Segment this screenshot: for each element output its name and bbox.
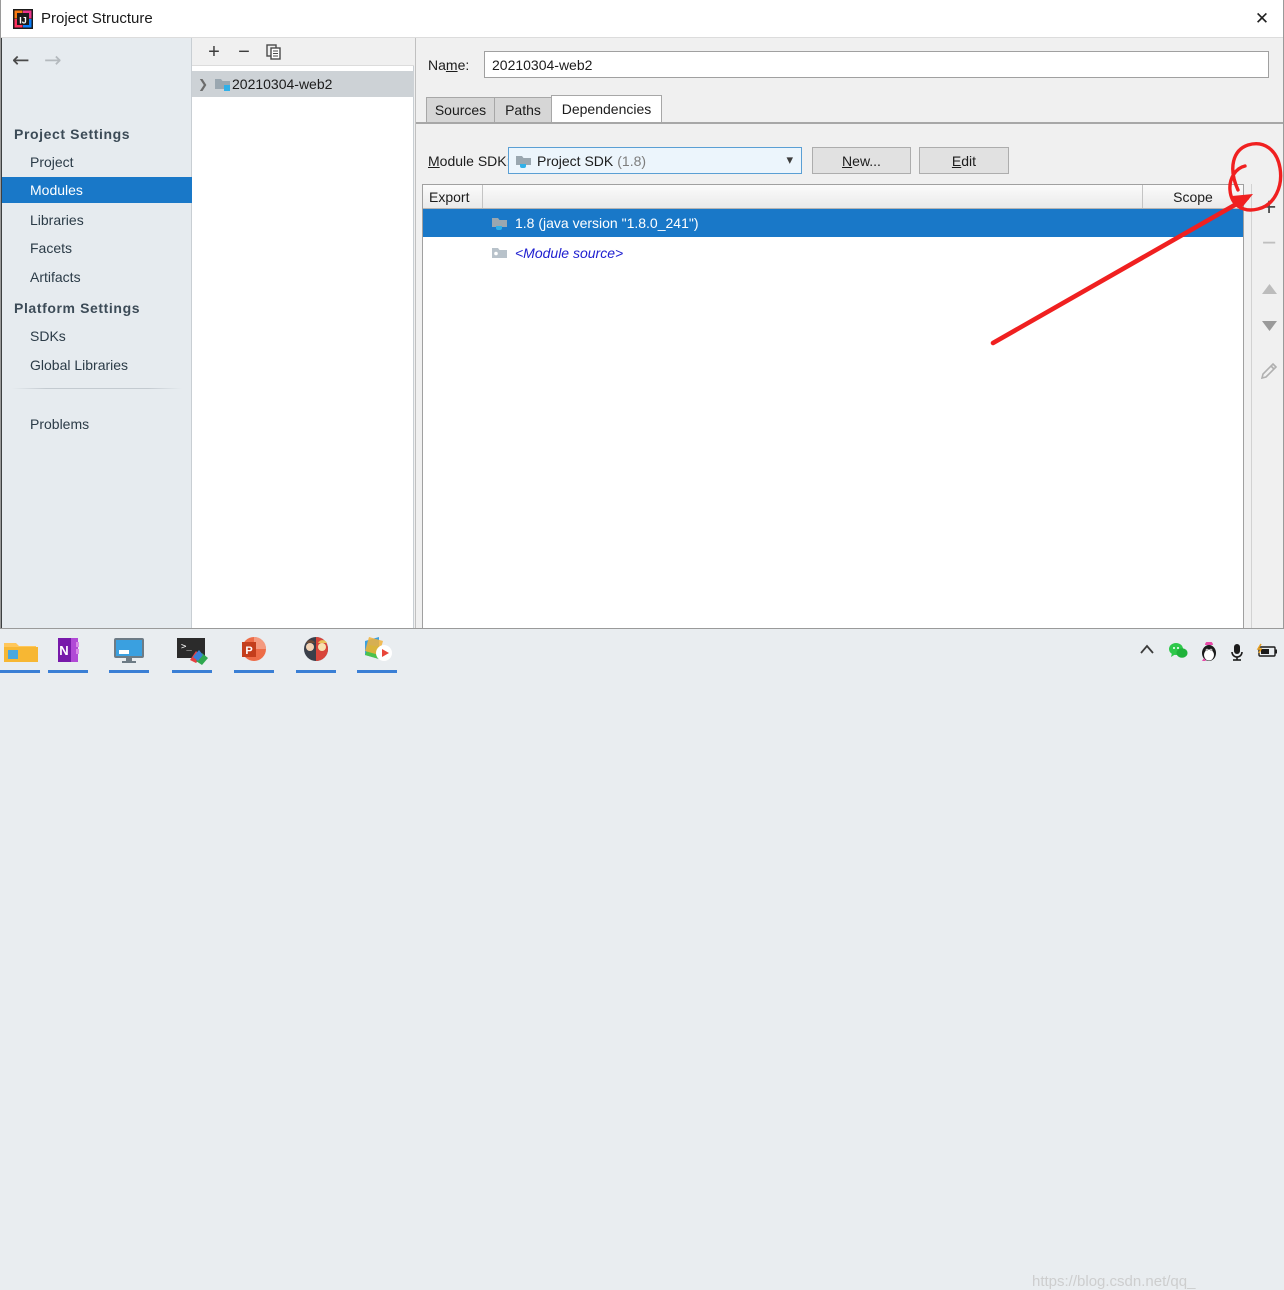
sidebar-group-platform-settings: Platform Settings <box>14 300 141 316</box>
module-name-input[interactable] <box>484 51 1269 78</box>
edit-sdk-button[interactable]: Edit <box>919 147 1009 174</box>
tab-dependencies[interactable]: Dependencies <box>551 95 662 122</box>
move-up-button[interactable] <box>1252 272 1283 306</box>
show-hidden-icons-icon[interactable] <box>1138 642 1156 663</box>
sidebar-item-artifacts[interactable]: Artifacts <box>2 264 192 290</box>
module-sdk-dropdown[interactable]: Project SDK (1.8) ▾ <box>508 147 802 174</box>
taskbar-item-terminal[interactable]: >_ <box>172 633 212 667</box>
module-sdk-label: Module SDK: <box>428 153 511 169</box>
move-down-button[interactable] <box>1252 308 1283 342</box>
close-icon[interactable]: ✕ <box>1239 0 1283 37</box>
sdk-folder-icon <box>492 218 507 230</box>
forward-arrow-icon[interactable]: → <box>44 46 62 74</box>
window-title: Project Structure <box>41 10 153 27</box>
navigation-arrows: ← → <box>12 46 92 74</box>
settings-sidebar: ← → Project Settings Project Modules Lib… <box>2 38 192 628</box>
module-folder-icon <box>215 79 230 91</box>
title-bar: IJ Project Structure ✕ <box>1 0 1283 38</box>
sidebar-item-facets[interactable]: Facets <box>2 235 192 261</box>
module-sdk-version: (1.8) <box>617 152 647 169</box>
module-tree-toolbar: + − <box>192 38 414 66</box>
remove-module-icon[interactable]: − <box>232 38 256 66</box>
csdn-watermark: https://blog.csdn.net/qq_ <box>1032 1273 1196 1290</box>
dependency-name: 1.8 (java version "1.8.0_241") <box>515 215 699 231</box>
sdk-folder-icon <box>516 155 531 168</box>
chevron-down-icon[interactable]: ▾ <box>786 153 793 168</box>
module-sdk-value: Project SDK <box>537 152 614 169</box>
svg-text:IJ: IJ <box>19 16 27 26</box>
dependencies-table-header: Export Scope <box>423 185 1243 209</box>
copy-module-icon[interactable] <box>262 38 286 66</box>
taskbar-item-remote-desktop[interactable] <box>109 633 149 667</box>
qq-icon[interactable] <box>1199 641 1219 667</box>
svg-text:N: N <box>59 643 68 658</box>
battery-icon[interactable] <box>1255 642 1279 665</box>
dependencies-side-toolbar: + − <box>1251 184 1283 628</box>
svg-text:P: P <box>245 645 252 657</box>
sidebar-item-project[interactable]: Project <box>2 149 192 175</box>
chevron-right-icon[interactable]: ❯ <box>192 77 214 91</box>
taskbar-item-game-avatar[interactable] <box>296 633 336 667</box>
sidebar-item-problems[interactable]: Problems <box>2 411 192 437</box>
module-editor-panel: Name: Sources Paths Dependencies Module … <box>415 38 1283 628</box>
column-header-name[interactable] <box>483 185 1143 208</box>
tab-sources[interactable]: Sources <box>426 97 495 122</box>
remove-dependency-button[interactable]: − <box>1252 226 1283 260</box>
sidebar-item-libraries[interactable]: Libraries <box>2 207 192 233</box>
taskbar-item-file-explorer[interactable] <box>0 633 40 667</box>
back-arrow-icon[interactable]: ← <box>12 46 30 74</box>
sidebar-group-project-settings: Project Settings <box>14 126 131 142</box>
name-label: Name: <box>428 57 470 73</box>
sidebar-item-sdks[interactable]: SDKs <box>2 323 192 349</box>
windows-taskbar: N >_ P https://blog.csdn.net/qq_ <box>0 629 1284 1290</box>
module-tree-item[interactable]: ❯ 20210304-web2 <box>192 71 414 97</box>
intellij-idea-icon: IJ <box>13 9 33 29</box>
column-header-export[interactable]: Export <box>423 185 483 208</box>
svg-text:>_: >_ <box>181 642 192 652</box>
tab-paths[interactable]: Paths <box>494 97 552 122</box>
tab-underline <box>416 122 1283 124</box>
sidebar-item-global-libraries[interactable]: Global Libraries <box>2 352 192 378</box>
new-sdk-button[interactable]: New... <box>812 147 911 174</box>
module-tree-item-label: 20210304-web2 <box>232 76 333 92</box>
project-structure-window: IJ Project Structure ✕ ← → Project Setti… <box>0 0 1284 629</box>
add-module-icon[interactable]: + <box>202 38 226 66</box>
dependencies-table: Export Scope 1.8 (java version "1.8.0_24… <box>422 184 1244 628</box>
module-source-icon <box>492 248 507 258</box>
edit-dependency-button[interactable] <box>1252 354 1283 388</box>
wechat-icon[interactable] <box>1168 642 1188 665</box>
table-row[interactable]: <Module source> <box>423 239 1243 267</box>
dependency-name: <Module source> <box>515 245 624 261</box>
microphone-icon[interactable] <box>1229 642 1245 667</box>
add-dependency-button[interactable]: + <box>1252 190 1283 224</box>
sidebar-item-modules[interactable]: Modules <box>2 177 192 203</box>
taskbar-item-media-player[interactable] <box>357 633 397 667</box>
column-header-scope[interactable]: Scope <box>1143 185 1243 208</box>
taskbar-item-onenote[interactable]: N <box>48 633 88 667</box>
module-editor-tabs: Sources Paths Dependencies <box>426 95 1283 122</box>
module-tree-panel: + − ❯ 20210304-web2 <box>192 38 414 628</box>
sidebar-divider <box>12 388 182 389</box>
taskbar-item-powerpoint[interactable]: P <box>234 633 274 667</box>
pencil-icon <box>1260 362 1278 380</box>
table-row[interactable]: 1.8 (java version "1.8.0_241") <box>423 209 1243 237</box>
